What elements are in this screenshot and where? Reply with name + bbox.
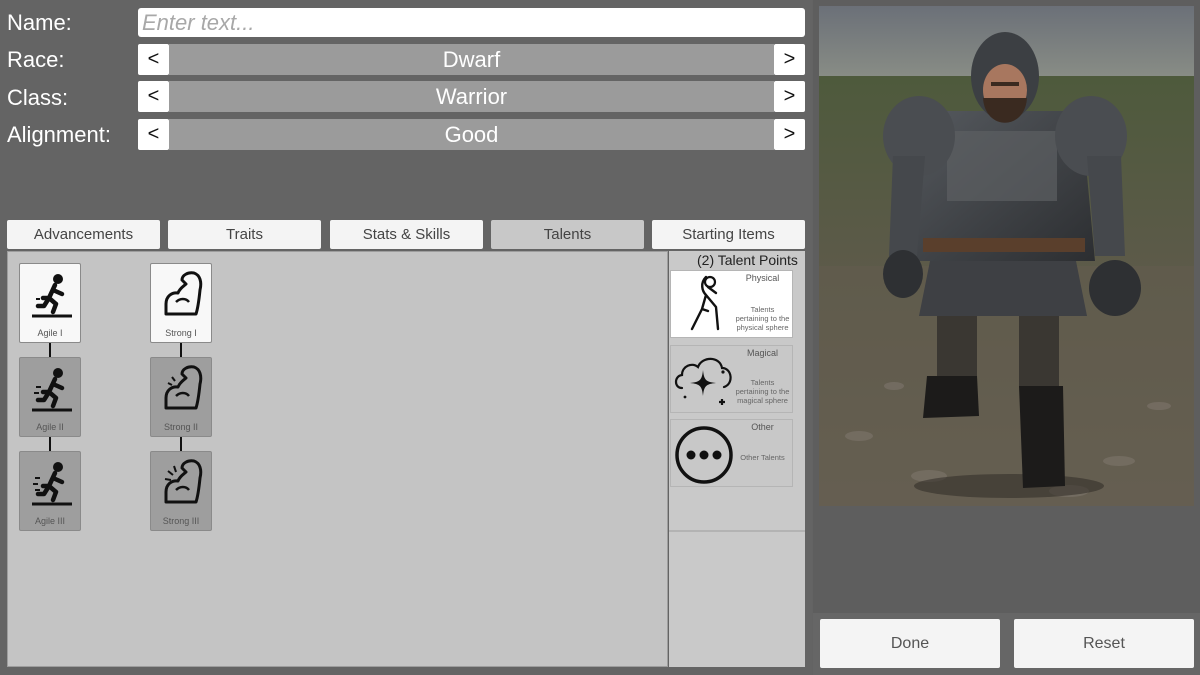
talent-strong-1[interactable]: Strong I <box>150 263 212 343</box>
class-selector: < Warrior > <box>138 81 805 112</box>
name-input[interactable] <box>138 8 805 37</box>
tree-connector <box>180 343 182 357</box>
category-magical[interactable]: Magical Talents pertaining to the magica… <box>670 345 793 413</box>
talent-strong-3-label: Strong III <box>162 516 200 526</box>
divider <box>669 530 805 532</box>
category-magical-desc: Talents pertaining to the magical sphere <box>735 378 790 405</box>
category-physical-title: Physical <box>745 273 780 283</box>
category-magical-title: Magical <box>746 348 778 358</box>
flexed-arm-icon <box>164 365 203 410</box>
talent-agile-1-label: Agile I <box>37 328 63 338</box>
character-preview <box>819 6 1194 506</box>
talent-strong-1-label: Strong I <box>165 328 197 338</box>
talent-points-counter: (2) Talent Points <box>697 252 798 268</box>
talent-strong-3[interactable]: Strong III <box>150 451 212 531</box>
race-next-button[interactable]: > <box>774 44 805 75</box>
class-prev-button[interactable]: < <box>138 81 169 112</box>
talent-tree-area <box>7 251 668 667</box>
class-value: Warrior <box>169 81 774 112</box>
running-figure-icon <box>32 274 72 318</box>
talent-agile-1[interactable]: Agile I <box>19 263 81 343</box>
class-label: Class: <box>7 85 69 110</box>
ellipsis-icon <box>675 426 733 484</box>
reset-button[interactable]: Reset <box>1014 619 1194 668</box>
talent-agile-3[interactable]: Agile III <box>19 451 81 531</box>
talent-agile-2[interactable]: Agile II <box>19 357 81 437</box>
category-other-title: Other <box>751 422 774 432</box>
category-other[interactable]: Other Other Talents <box>670 419 793 487</box>
tab-bar: Advancements Traits Stats & Skills Talen… <box>7 220 805 249</box>
alignment-prev-button[interactable]: < <box>138 119 169 150</box>
alignment-label: Alignment: <box>7 122 111 147</box>
flexed-arm-icon <box>164 459 203 504</box>
alignment-next-button[interactable]: > <box>774 119 805 150</box>
done-button[interactable]: Done <box>820 619 1000 668</box>
running-figure-icon <box>32 462 72 506</box>
race-prev-button[interactable]: < <box>138 44 169 75</box>
race-selector: < Dwarf > <box>138 44 805 75</box>
talent-agile-2-label: Agile II <box>36 422 64 432</box>
alignment-selector: < Good > <box>138 119 805 150</box>
tab-traits[interactable]: Traits <box>168 220 321 249</box>
tree-connector <box>180 437 182 451</box>
alignment-value: Good <box>169 119 774 150</box>
tree-connector <box>49 437 51 451</box>
magic-cloud-icon <box>674 357 732 405</box>
category-physical-desc: Talents pertaining to the physical spher… <box>735 305 790 332</box>
category-physical[interactable]: Physical Talents pertaining to the physi… <box>670 270 793 338</box>
running-figure-icon <box>32 368 72 412</box>
talent-strong-2[interactable]: Strong II <box>150 357 212 437</box>
tree-connector <box>49 343 51 357</box>
tab-stats-skills[interactable]: Stats & Skills <box>330 220 483 249</box>
tab-talents[interactable]: Talents <box>491 220 644 249</box>
talent-agile-3-label: Agile III <box>34 516 65 526</box>
name-label: Name: <box>7 10 72 35</box>
tab-starting-items[interactable]: Starting Items <box>652 220 805 249</box>
class-next-button[interactable]: > <box>774 81 805 112</box>
category-other-desc: Other Talents <box>740 453 785 462</box>
flexed-arm-icon <box>164 271 203 316</box>
race-label: Race: <box>7 47 65 72</box>
tab-advancements[interactable]: Advancements <box>7 220 160 249</box>
dwarf-warrior-render <box>819 6 1194 506</box>
talent-strong-2-label: Strong II <box>163 422 199 432</box>
race-value: Dwarf <box>169 44 774 75</box>
physical-figure-icon <box>690 275 720 331</box>
